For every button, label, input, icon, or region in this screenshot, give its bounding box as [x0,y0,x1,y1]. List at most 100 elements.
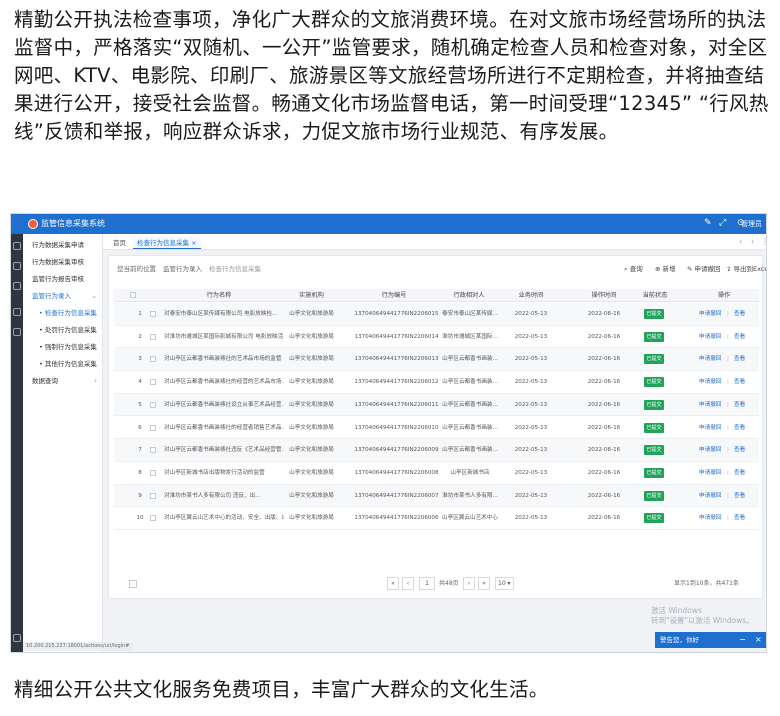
view-link[interactable]: 查看 [734,326,745,348]
table-cell-no: 1 [138,311,142,317]
row-checkbox[interactable] [150,515,156,522]
row-checkbox[interactable] [150,356,156,363]
withdraw-link[interactable]: 申请撤回 [699,462,721,484]
withdraw-link[interactable]: 申请撤回 [699,394,721,416]
view-link[interactable]: 查看 [734,485,745,507]
tab-menu-icon[interactable]: ⋮ [761,236,766,248]
sidebar-item-penalty[interactable]: • 处罚行为信息采集 [23,322,103,339]
view-link[interactable]: 查看 [734,439,745,461]
collapse-icon[interactable] [13,634,21,642]
withdraw-link[interactable]: 申请撤回 [699,507,721,529]
sidebar-item-label: 处罚行为信息采集 [44,326,97,334]
table-row[interactable]: 6 对山亭区云都香书画装裱社的经营者销售艺术品... 山亭文化和旅游局 1370406… [114,417,759,440]
table-cell-org: 山亭文化和旅游局 [289,469,334,476]
view-link[interactable]: 查看 [734,348,745,370]
prev-page-button[interactable]: ‹ [402,577,414,590]
column-header[interactable]: 业务时间 [506,289,556,302]
search-icon[interactable] [13,308,21,316]
column-header[interactable]: 行为名称 [164,289,274,302]
settings-icon[interactable] [13,328,21,336]
sidebar-item-other[interactable]: • 其他行为信息采集 [23,356,103,373]
pager-checkbox[interactable] [129,580,137,588]
view-link[interactable]: 查看 [734,303,745,325]
table-cell-no: 9 [138,492,142,499]
mail-icon[interactable] [13,262,21,270]
breadcrumb-item[interactable]: 监管行为录入 [163,264,202,274]
withdraw-link[interactable]: 申请撤回 [699,326,721,348]
withdraw-link[interactable]: 申请撤回 [699,371,721,393]
sidebar-item-entry[interactable]: 监管行为录入 ⌄ [23,288,103,305]
table-row[interactable]: 7 对山亭区云都香书画装裱社违反《艺术品经营管... 山亭文化和旅游局 1370406… [114,439,759,462]
view-link[interactable]: 查看 [734,507,745,529]
table-cell-biz: 2022-05-13 [514,469,548,476]
table-cell-party: 淮坊市某书人多有限... [442,492,498,499]
first-page-button[interactable]: « [387,577,399,590]
withdraw-link[interactable]: 申请撤回 [699,485,721,507]
search-button[interactable]: ⌕ 查询 [624,264,643,274]
tools-icon[interactable]: ✎ [704,217,712,230]
column-header[interactable]: 当前状态 [639,289,671,302]
table-row[interactable]: 5 对山亭区云都香书画装裱社设立从事艺术品经营... 山亭文化和旅游局 1370406… [114,393,759,417]
view-link[interactable]: 查看 [734,417,745,439]
table-cell-op: 2022-06-16 [587,356,621,363]
status-badge: 已提交 [644,399,664,410]
column-header[interactable]: 行政相对人 [439,289,499,302]
edit-icon: ✎ [687,265,695,273]
tab-home[interactable]: 首页 [109,237,130,249]
notification-bar[interactable]: 警告您，你好 − × [655,632,766,648]
sidebar-item-report[interactable]: 监管行为报告审核 [23,271,103,288]
sidebar-item-audit[interactable]: 行为数据采集审核 [23,254,103,271]
tab-inspect[interactable]: 检查行为信息采集 × [133,237,201,249]
row-checkbox[interactable] [150,311,156,317]
table-cell-code: 137040649441776IN2206007 [354,492,439,499]
row-checkbox[interactable] [150,469,156,476]
sidebar-item-query[interactable]: 数据查询 › [23,373,103,390]
sidebar-item-apply[interactable]: 行为数据采集申请 [23,237,103,254]
row-checkbox[interactable] [150,492,156,499]
table-cell-op: 2022-06-16 [587,447,621,454]
next-page-button[interactable]: › [463,577,475,590]
tab-next-icon[interactable]: › [751,236,754,248]
column-header[interactable]: 行为编号 [354,289,434,302]
withdraw-link[interactable]: 申请撤回 [699,417,721,439]
table-row[interactable]: 10 对山亭区翼云山艺术中心的活动、安全、出版、出... 山亭文化和旅游局 13704… [114,507,759,530]
close-icon[interactable]: × [755,632,762,648]
column-header[interactable]: 实施机构 [284,289,339,302]
user-name[interactable]: 管理员 [741,219,762,229]
table-row[interactable]: 2 对淮坊市潍城区某国际影城有限公司 电影放映活... 山亭文化和旅游局 137040… [114,326,759,349]
minimize-icon[interactable]: − [739,632,746,648]
table-row[interactable]: 3 对山亭区云都香书画装裱社的艺术品市场的监管 山亭文化和旅游局 1370406494… [114,348,759,372]
withdraw-link[interactable]: 申请撤回 [699,303,721,325]
fullscreen-icon[interactable]: ⤢ [719,217,726,230]
view-link[interactable]: 查看 [734,394,745,416]
withdraw-link[interactable]: 申请撤回 [699,348,721,370]
row-checkbox[interactable] [150,379,156,386]
action-divider: | [727,492,729,499]
row-checkbox[interactable] [150,424,156,431]
row-checkbox[interactable] [150,401,156,408]
main-panel: 您当前的位置 监管行为录入 检查行为信息采集 ⌕ 查询 ⊕ 新增 ✎ 申请撤回 … [108,255,766,599]
row-checkbox[interactable] [150,447,156,454]
sidebar-item-inspect[interactable]: • 检查行为信息采集 [23,305,103,322]
view-link[interactable]: 查看 [734,371,745,393]
add-button[interactable]: ⊕ 新增 [655,264,676,274]
table-row[interactable]: 8 对山亭区新城书店出版物发行活动的监管 山亭文化和旅游局 1370406494417… [114,462,759,485]
last-page-button[interactable]: » [478,577,490,590]
withdraw-link[interactable]: 申请撤回 [699,439,721,461]
table-row[interactable]: 1 对泰安市泰山区某传媒有限公司 电影放映检... 山亭文化和旅游局 13704064… [114,303,759,326]
column-header[interactable]: 操作时间 [579,289,629,302]
home-icon[interactable] [13,242,21,250]
withdraw-button[interactable]: ✎ 申请撤回 [687,264,721,274]
sidebar-item-force[interactable]: • 强制行为信息采集 [23,339,103,356]
table-row[interactable]: 9 对淮坊市某书人多有限公司 违反、出... 山亭文化和旅游局 13704064944… [114,484,759,508]
page-size-select[interactable]: 10 ▾ [495,577,514,590]
export-button[interactable]: ⇪ 导出到Excel [726,264,766,274]
table-row[interactable]: 4 对山亭区云都香书画装裱社的经营的艺术品市场... 山亭文化和旅游局 1370406… [114,371,759,394]
view-link[interactable]: 查看 [734,462,745,484]
select-all-checkbox[interactable] [130,292,136,298]
row-checkbox[interactable] [150,333,156,340]
page-number-input[interactable]: 1 [419,577,435,590]
message-icon[interactable] [13,282,21,290]
tab-prev-icon[interactable]: ‹ [739,236,742,248]
watermark-line: 转到"设置"以激活 Windows。 [651,616,754,625]
